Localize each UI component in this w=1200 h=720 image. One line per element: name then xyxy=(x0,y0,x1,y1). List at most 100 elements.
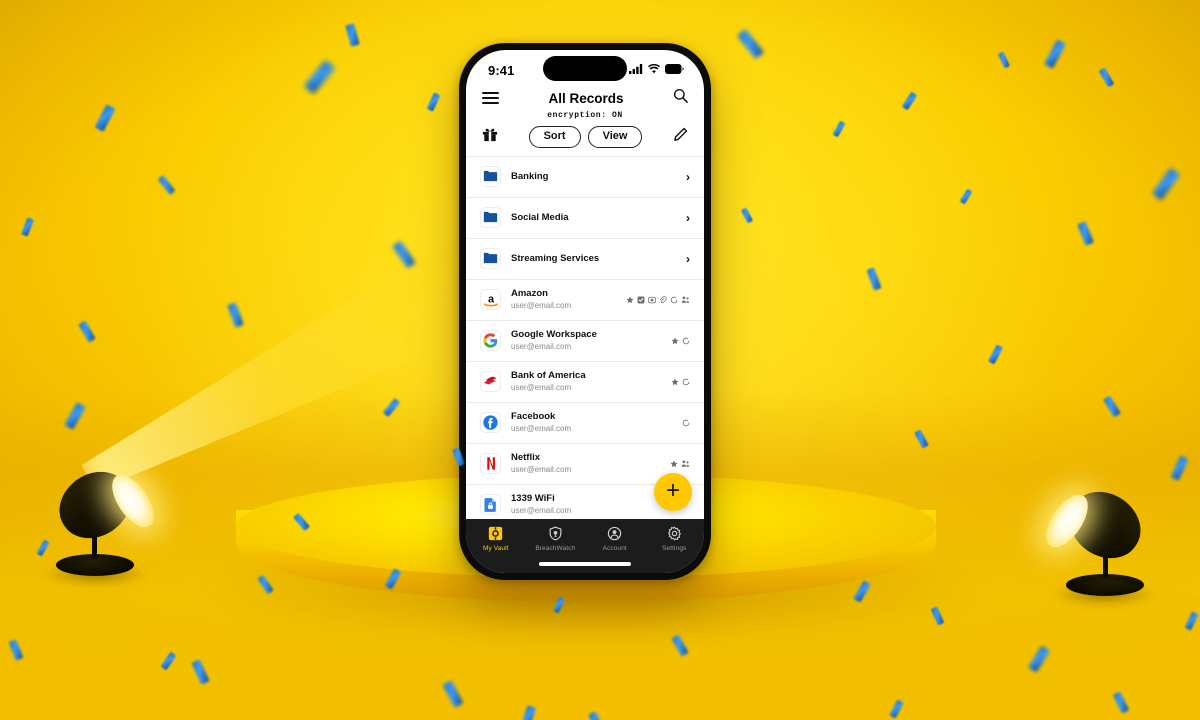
folder-icon xyxy=(480,207,501,229)
confetti-piece xyxy=(303,59,336,95)
shared-icon xyxy=(681,291,690,309)
record-subtitle: user@email.com xyxy=(511,464,572,474)
tab-settings[interactable]: Settings xyxy=(645,525,705,552)
record-badges xyxy=(682,414,690,432)
encryption-status: encryption: ON xyxy=(547,111,623,120)
sort-view-segment: Sort View xyxy=(528,126,643,148)
secure-file-icon xyxy=(480,494,501,516)
checkbox-icon xyxy=(637,291,645,309)
spotlight-left xyxy=(40,458,240,588)
phone-screen: 9:41 All Records encryption: ON Sort Vie… xyxy=(466,50,704,573)
shared-icon xyxy=(681,455,690,473)
star-icon xyxy=(670,455,678,473)
amazon-logo-icon: a xyxy=(480,289,501,311)
folder-label: Banking xyxy=(511,171,549,183)
folder-label: Social Media xyxy=(511,212,569,224)
status-bar-indicators xyxy=(629,61,684,79)
folder-row[interactable]: Streaming Services › xyxy=(466,237,704,279)
folder-row[interactable]: Banking › xyxy=(466,155,704,197)
record-row[interactable]: Facebook user@email.com xyxy=(466,401,704,443)
confetti-piece xyxy=(832,120,846,138)
svg-text:a: a xyxy=(487,293,494,305)
confetti-piece xyxy=(987,344,1004,365)
cellular-signal-icon xyxy=(629,61,643,79)
search-icon[interactable] xyxy=(673,88,688,108)
sync-icon xyxy=(682,332,690,350)
totp-icon xyxy=(648,291,656,309)
confetti-piece xyxy=(866,267,882,291)
record-subtitle: user@email.com xyxy=(511,300,572,310)
star-icon xyxy=(671,373,679,391)
record-row[interactable]: Bank of America user@email.com xyxy=(466,360,704,402)
record-row[interactable]: a Amazon user@email.com xyxy=(466,278,704,320)
hamburger-menu-icon[interactable] xyxy=(482,92,499,104)
promo-scene: 9:41 All Records encryption: ON Sort Vie… xyxy=(0,0,1200,720)
record-badges xyxy=(670,455,690,473)
tab-label: Account xyxy=(602,545,627,552)
app-header: All Records xyxy=(466,84,704,108)
folder-label: Streaming Services xyxy=(511,253,600,265)
attachment-icon xyxy=(659,291,667,309)
record-title: Facebook xyxy=(511,411,556,423)
bank-of-america-logo-icon xyxy=(480,371,501,393)
tab-label: BreachWatch xyxy=(535,545,576,552)
sync-icon xyxy=(670,291,678,309)
spotlight-right xyxy=(960,478,1160,608)
sort-button[interactable]: Sort xyxy=(528,126,581,148)
status-bar-time: 9:41 xyxy=(488,62,515,78)
google-logo-icon xyxy=(480,330,501,352)
dynamic-island xyxy=(543,56,627,81)
star-icon xyxy=(671,332,679,350)
confetti-piece xyxy=(1044,39,1066,69)
confetti-piece xyxy=(740,207,754,224)
status-bar: 9:41 xyxy=(466,50,704,84)
chevron-right-icon[interactable]: › xyxy=(686,170,690,184)
record-badges xyxy=(671,332,690,350)
confetti-piece xyxy=(20,217,35,237)
folder-icon xyxy=(480,166,501,188)
battery-icon xyxy=(665,61,684,79)
record-title: Google Workspace xyxy=(511,329,597,341)
add-record-button[interactable]: + xyxy=(654,473,692,511)
tab-my-vault[interactable]: My Vault xyxy=(466,525,526,552)
confetti-piece xyxy=(997,51,1011,69)
folder-row[interactable]: Social Media › xyxy=(466,196,704,238)
confetti-piece xyxy=(1098,67,1115,88)
record-subtitle: user@email.com xyxy=(511,423,572,433)
phone-device: 9:41 All Records encryption: ON Sort Vie… xyxy=(459,43,711,580)
record-title: Bank of America xyxy=(511,370,586,382)
tab-breachwatch[interactable]: BreachWatch xyxy=(526,525,586,552)
sync-icon xyxy=(682,414,690,432)
confetti-piece xyxy=(1077,221,1094,246)
record-subtitle: user@email.com xyxy=(511,505,572,515)
chevron-right-icon[interactable]: › xyxy=(686,252,690,266)
star-icon xyxy=(626,291,634,309)
chevron-right-icon[interactable]: › xyxy=(686,211,690,225)
shield-icon xyxy=(548,525,563,542)
tab-label: Settings xyxy=(662,545,687,552)
netflix-logo-icon xyxy=(480,453,501,475)
gift-icon[interactable] xyxy=(482,126,498,147)
record-subtitle: user@email.com xyxy=(511,382,572,392)
home-indicator xyxy=(539,562,631,566)
confetti-piece xyxy=(392,240,416,269)
confetti-piece xyxy=(426,92,441,112)
pencil-edit-icon[interactable] xyxy=(673,127,688,147)
confetti-piece xyxy=(901,91,918,111)
tab-account[interactable]: Account xyxy=(585,525,645,552)
page-title: All Records xyxy=(548,90,624,106)
record-row[interactable]: Google Workspace user@email.com xyxy=(466,319,704,361)
record-badges xyxy=(626,291,690,309)
confetti-piece xyxy=(345,23,360,47)
confetti-piece xyxy=(1151,167,1181,201)
record-badges xyxy=(671,373,690,391)
confetti-piece xyxy=(736,28,765,60)
account-icon xyxy=(607,525,622,542)
sync-icon xyxy=(682,373,690,391)
tab-label: My Vault xyxy=(482,545,509,552)
gear-icon xyxy=(667,525,682,542)
facebook-logo-icon xyxy=(480,412,501,434)
vault-icon xyxy=(488,525,503,542)
view-button[interactable]: View xyxy=(587,126,643,148)
records-list[interactable]: Banking › Social Media › Streaming Services ›… xyxy=(466,155,704,519)
